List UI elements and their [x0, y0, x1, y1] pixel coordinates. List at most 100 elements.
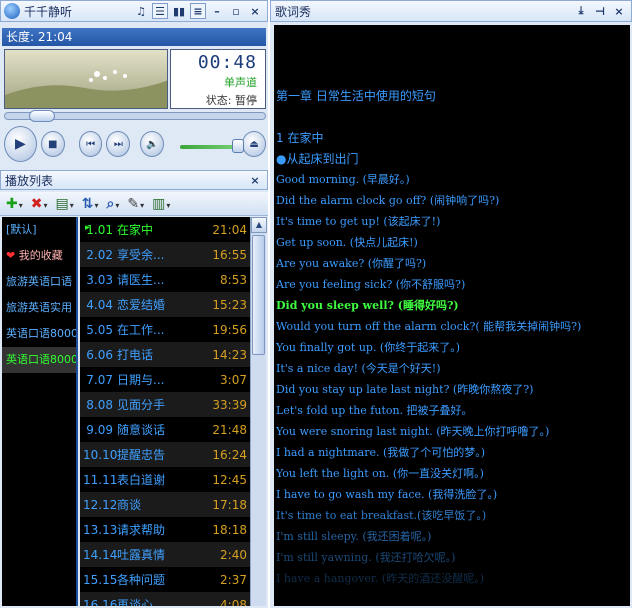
- playlist-toggle-icon[interactable]: ☰: [152, 3, 168, 19]
- track-duration: 33:39: [212, 397, 247, 412]
- lyric-line: You finally got up. (你终于起来了。): [276, 341, 461, 354]
- lyric-line: You left the light on. (你一直没关灯啊。): [276, 467, 484, 480]
- maximize-icon[interactable]: ▫: [228, 3, 244, 19]
- download-icon[interactable]: ⤓: [573, 3, 589, 19]
- track-number: 9.09: [86, 422, 113, 437]
- list-item-current[interactable]: 英语口语8000: [2, 347, 76, 373]
- list-item[interactable]: 英语口语8000: [2, 321, 76, 347]
- stop-button[interactable]: ■: [40, 131, 65, 157]
- add-icon[interactable]: ✚▾: [6, 196, 23, 212]
- track-row[interactable]: 16.16 再谈心 4:08: [80, 592, 250, 606]
- track-row[interactable]: 8.08 见面分手 33:39: [80, 392, 250, 417]
- playlist-titlebar[interactable]: 播放列表 ×: [0, 170, 268, 190]
- track-row[interactable]: 1.01 ▸ 在家中 21:04: [80, 217, 250, 242]
- track-number: 2.02: [86, 247, 113, 262]
- app-title: 千千静听: [24, 4, 73, 19]
- play-button[interactable]: ▶: [4, 126, 37, 162]
- lyrics-toggle-icon[interactable]: ≡: [190, 3, 206, 19]
- playlist-close-icon[interactable]: ×: [247, 172, 263, 188]
- track-scrollbar[interactable]: ▲: [250, 217, 267, 606]
- lyric-line: Get up soon. (快点儿起床!): [276, 236, 418, 249]
- track-duration: 12:45: [212, 472, 247, 487]
- sort-icon[interactable]: ⇅▾: [82, 196, 99, 212]
- volume-slider[interactable]: [180, 139, 245, 153]
- delete-icon[interactable]: ✖▾: [31, 196, 48, 212]
- lyrics-close-icon[interactable]: ×: [611, 3, 627, 19]
- track-row[interactable]: 9.09 随意谈话 21:48: [80, 417, 250, 442]
- track-duration: 21:04: [212, 222, 247, 237]
- lyric-line: It's a nice day! (今天是个好天!): [276, 362, 441, 375]
- playlist-list-panel: [默认] ❤ 我的收藏 旅游英语口语 旅游英语实用 英语口语8000 英语口语8…: [2, 217, 78, 606]
- lyrics-title: 歌词秀: [275, 4, 312, 19]
- track-duration: 3:07: [220, 372, 247, 387]
- track-number: 16.16: [83, 597, 118, 607]
- list-item[interactable]: 旅游英语实用: [2, 295, 76, 321]
- now-playing-icon: ▸: [85, 222, 90, 233]
- track-row[interactable]: 10.10 提醒忠告 16:24: [80, 442, 250, 467]
- track-row[interactable]: 11.11 表白道谢 12:45: [80, 467, 250, 492]
- lyric-line: I had a nightmare. (我做了个可怕的梦。): [276, 446, 486, 459]
- track-row[interactable]: 5.05 在工作... 19:56: [80, 317, 250, 342]
- music-note-icon[interactable]: ♫: [133, 3, 149, 19]
- track-duration: 15:23: [212, 297, 247, 312]
- lyric-line: You were snoring last night. (昨天晚上你打呼噜了。…: [276, 425, 550, 438]
- lyric-line: 1 在家中: [276, 131, 324, 145]
- track-name: 见面分手: [117, 398, 166, 412]
- lyric-line: Did you stay up late last night? (昨晚你熬夜了…: [276, 383, 534, 396]
- track-duration: 19:56: [212, 322, 247, 337]
- eject-button[interactable]: ⏏: [242, 131, 266, 157]
- lyric-line-current: Did you sleep well? (睡得好吗?): [276, 299, 459, 312]
- track-row[interactable]: 3.03 请医生... 8:53: [80, 267, 250, 292]
- track-duration: 2:40: [220, 547, 247, 562]
- track-row[interactable]: 7.07 日期与... 3:07: [80, 367, 250, 392]
- track-duration: 17:18: [212, 497, 247, 512]
- track-row[interactable]: 15.15 各种问题 2:37: [80, 567, 250, 592]
- scroll-thumb[interactable]: [252, 235, 265, 355]
- equalizer-icon[interactable]: ▮▮: [171, 3, 187, 19]
- play-status: 状态: 暂停: [205, 94, 257, 107]
- edit-icon[interactable]: ✎▾: [127, 196, 144, 212]
- list-item[interactable]: 旅游英语口语: [2, 269, 76, 295]
- save-list-icon[interactable]: ▥▾: [152, 196, 170, 212]
- lyrics-titlebar[interactable]: 歌词秀 ⤓ ⊣ ×: [270, 0, 632, 22]
- minimize-icon[interactable]: –: [209, 3, 225, 19]
- track-name: 在工作...: [117, 323, 165, 337]
- track-row[interactable]: 12.12 商谈 17:18: [80, 492, 250, 517]
- pin-icon[interactable]: ⊣: [592, 3, 608, 19]
- track-number: 15.15: [83, 572, 118, 587]
- track-row[interactable]: 6.06 打电话 14:23: [80, 342, 250, 367]
- track-row[interactable]: 4.04 恋爱结婚 15:23: [80, 292, 250, 317]
- scroll-up-icon[interactable]: ▲: [251, 217, 267, 233]
- lyric-line: Are you awake? (你醒了吗?): [276, 257, 427, 270]
- list-item-favorites[interactable]: ❤ 我的收藏: [2, 243, 76, 269]
- list-item-default[interactable]: [默认]: [2, 217, 76, 243]
- mute-button[interactable]: 🔈: [140, 131, 165, 157]
- list-icon[interactable]: ▤▾: [56, 196, 74, 212]
- lyric-line: I'm still sleepy. (我还困着呢。): [276, 530, 432, 543]
- previous-button[interactable]: ⏮: [78, 131, 103, 157]
- track-row[interactable]: 13.13 请求帮助 18:18: [80, 517, 250, 542]
- track-number: 4.04: [86, 297, 113, 312]
- seek-thumb[interactable]: [28, 110, 55, 122]
- channel-mode: 单声道: [224, 76, 257, 89]
- track-name: 商谈: [117, 498, 142, 512]
- list-item-label: 我的收藏: [18, 249, 63, 262]
- track-row[interactable]: 2.02 享受余... 16:55: [80, 242, 250, 267]
- time-display: 00:48 单声道 状态: 暂停: [170, 49, 266, 109]
- track-name: 随意谈话: [117, 423, 166, 437]
- track-number: 7.07: [86, 372, 113, 387]
- track-number: 1.01 ▸: [85, 222, 113, 237]
- track-name: 再谈心: [117, 598, 154, 606]
- lyric-line: ●从起床到出门: [276, 152, 359, 166]
- search-icon[interactable]: ⌕▾: [107, 196, 120, 212]
- next-button[interactable]: ⏭: [106, 131, 131, 157]
- track-duration: 21:48: [212, 422, 247, 437]
- player-titlebar[interactable]: 千千静听 ♫ ☰ ▮▮ ≡ – ▫ ×: [0, 0, 268, 22]
- seek-bar[interactable]: [4, 110, 266, 122]
- track-row[interactable]: 14.14 吐露真情 2:40: [80, 542, 250, 567]
- lyric-line: Did the alarm clock go off? (闹钟响了吗?): [276, 194, 500, 207]
- close-icon[interactable]: ×: [247, 3, 263, 19]
- lyrics-display[interactable]: 第一章 日常生活中使用的短句 1 在家中 ●从起床到出门 Good morning. …: [274, 25, 630, 606]
- volume-knob[interactable]: [232, 139, 245, 153]
- lyric-line: I'm still yawning. (我还打哈欠呢。): [276, 551, 456, 564]
